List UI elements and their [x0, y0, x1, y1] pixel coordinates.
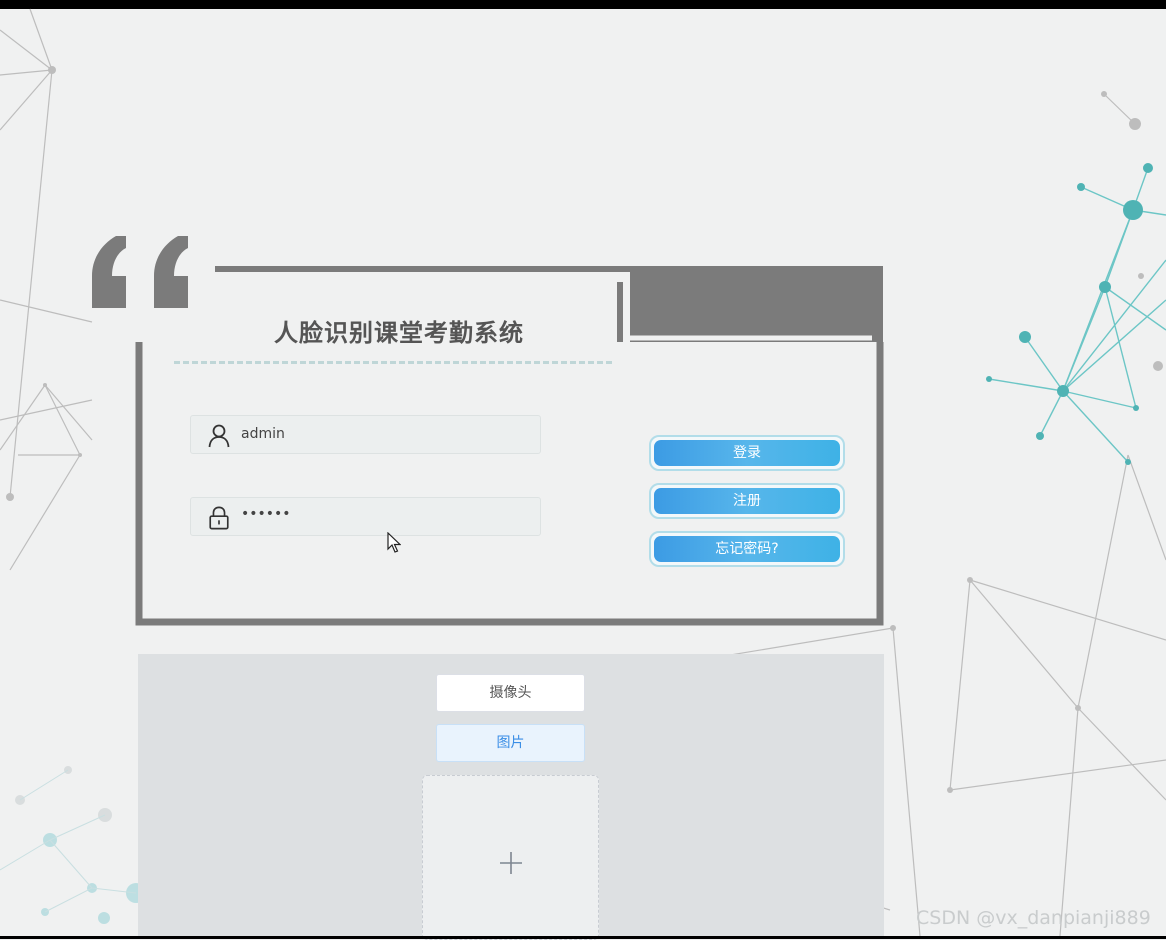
username-value: admin [241, 426, 285, 442]
forgot-password-label: 忘记密码? [654, 536, 840, 562]
forgot-password-button[interactable]: 忘记密码? [649, 531, 845, 567]
password-field[interactable]: •••••• [190, 497, 541, 536]
lock-icon [209, 506, 229, 530]
login-button-label: 登录 [654, 440, 840, 466]
title-underline [174, 361, 612, 364]
picture-tab-button[interactable]: 图片 [436, 724, 585, 762]
camera-tab-button[interactable]: 摄像头 [436, 674, 585, 712]
mouse-cursor-icon [387, 532, 401, 553]
image-upload-dropzone[interactable] [422, 775, 599, 940]
page-title: 人脸识别课堂考勤系统 [274, 319, 524, 347]
watermark-text: CSDN @vx_danpianji889 [916, 907, 1151, 929]
password-value: •••••• [241, 506, 291, 522]
register-button-label: 注册 [654, 488, 840, 514]
user-icon [208, 424, 230, 448]
login-button[interactable]: 登录 [649, 435, 845, 471]
plus-icon [500, 852, 522, 874]
username-field[interactable]: admin [190, 415, 541, 454]
quote-mark-icon [92, 236, 188, 308]
register-button[interactable]: 注册 [649, 483, 845, 519]
